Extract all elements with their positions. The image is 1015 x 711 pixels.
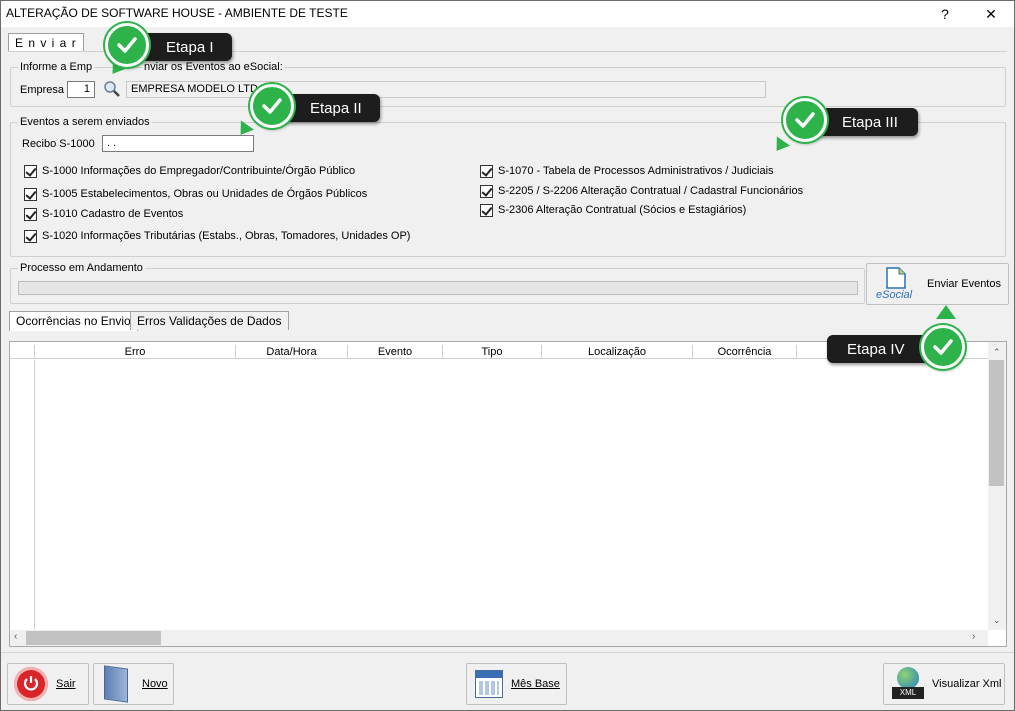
- calendar-icon: [475, 670, 503, 698]
- exit-button[interactable]: Sair: [7, 663, 89, 705]
- send-events-label: Enviar Eventos: [927, 278, 1001, 290]
- xml-badge: XML: [892, 687, 924, 699]
- col-ocorrencia[interactable]: Ocorrência: [693, 345, 797, 359]
- events-grid[interactable]: Erro Data/Hora Evento Tipo Localização O…: [9, 341, 1007, 647]
- check-s1010[interactable]: S-1010 Cadastro de Eventos: [24, 206, 183, 222]
- tab-enviar[interactable]: E n v i a r: [8, 33, 84, 51]
- tab-ocorrencias[interactable]: Ocorrências no Envio: [9, 311, 138, 331]
- close-button[interactable]: ✕: [980, 4, 1002, 24]
- grid-indicator-col: [10, 345, 35, 359]
- window-title: ALTERAÇÃO DE SOFTWARE HOUSE - AMBIENTE D…: [6, 6, 348, 20]
- company-label: Empresa: [20, 84, 65, 96]
- scroll-right-icon[interactable]: ›: [972, 631, 975, 642]
- company-group-title-right: nviar os Eventos ao eSocial:: [142, 61, 285, 73]
- events-group-title: Eventos a serem enviados: [18, 116, 152, 128]
- tab-erros-validacao[interactable]: Erros Validações de Dados: [130, 311, 289, 330]
- progress-title: Processo em Andamento: [18, 262, 145, 274]
- check-s2205[interactable]: S-2205 / S-2206 Alteração Contratual / C…: [480, 183, 803, 199]
- check-label: S-1000 Informações do Empregador/Contrib…: [42, 165, 356, 177]
- company-group-title-left: Informe a Emp: [18, 61, 95, 73]
- check-label: S-1070 - Tabela de Processos Administrat…: [498, 165, 774, 177]
- month-base-button[interactable]: Mês Base: [466, 663, 567, 705]
- company-code-input[interactable]: 1: [67, 81, 95, 98]
- view-xml-label: Visualizar Xml: [932, 678, 1002, 690]
- scroll-left-icon[interactable]: ‹: [14, 631, 17, 642]
- month-base-label: Mês Base: [511, 678, 560, 690]
- grid-indicator-line: [34, 360, 35, 630]
- recibo-input[interactable]: . .: [102, 135, 254, 152]
- checkbox-icon: [24, 187, 37, 201]
- check-label: S-1010 Cadastro de Eventos: [42, 208, 184, 220]
- horizontal-scroll-thumb[interactable]: [26, 631, 161, 645]
- help-button[interactable]: ?: [934, 4, 956, 24]
- power-icon: [14, 667, 48, 701]
- col-localizacao[interactable]: Localização: [542, 345, 693, 359]
- exit-label: Sair: [56, 678, 76, 690]
- esocial-logo-text: eSocial: [876, 289, 913, 301]
- col-erro[interactable]: Erro: [35, 345, 236, 359]
- search-icon[interactable]: [103, 80, 121, 98]
- recibo-label: Recibo S-1000: [22, 138, 95, 150]
- progress-bar: [18, 281, 858, 295]
- xml-globe-icon: XML: [892, 667, 924, 701]
- check-badge-icon-4: [921, 325, 965, 369]
- send-events-button[interactable]: eSocial Enviar Eventos: [866, 263, 1009, 305]
- check-badge-icon-2: [250, 84, 294, 128]
- scroll-up-icon[interactable]: ⌃: [993, 347, 1001, 358]
- checkbox-icon: [480, 203, 493, 217]
- checkbox-icon: [480, 184, 493, 198]
- check-s1000[interactable]: S-1000 Informações do Empregador/Contrib…: [24, 163, 355, 179]
- vertical-scrollbar[interactable]: ⌃ ⌄: [988, 342, 1006, 630]
- horizontal-scrollbar[interactable]: ‹ ›: [10, 630, 988, 646]
- check-label: S-1005 Estabelecimentos, Obras ou Unidad…: [42, 188, 368, 200]
- checkbox-icon: [480, 164, 493, 178]
- check-s1070[interactable]: S-1070 - Tabela de Processos Administrat…: [480, 163, 774, 179]
- esocial-logo-icon: eSocial: [873, 264, 913, 304]
- check-s2306[interactable]: S-2306 Alteração Contratual (Sócios e Es…: [480, 202, 746, 218]
- check-label: S-2306 Alteração Contratual (Sócios e Es…: [498, 204, 747, 216]
- check-s1020[interactable]: S-1020 Informações Tributárias (Estabs.,…: [24, 228, 410, 244]
- check-badge-icon-1: [105, 23, 149, 67]
- checkbox-icon: [24, 164, 37, 178]
- check-label: S-1020 Informações Tributárias (Estabs.,…: [42, 230, 411, 242]
- checkbox-icon: [24, 229, 37, 243]
- check-label: S-2205 / S-2206 Alteração Contratual / C…: [498, 185, 804, 197]
- col-data-hora[interactable]: Data/Hora: [236, 345, 348, 359]
- new-label: Novo: [142, 678, 168, 690]
- check-badge-icon-3: [783, 98, 827, 142]
- vertical-scroll-thumb[interactable]: [989, 360, 1004, 486]
- col-tipo[interactable]: Tipo: [443, 345, 542, 359]
- new-button[interactable]: Novo: [93, 663, 174, 705]
- callout-pointer-4: [936, 305, 956, 319]
- company-name-field: EMPRESA MODELO LTDA: [126, 81, 766, 98]
- checkbox-icon: [24, 207, 37, 221]
- door-icon: [104, 665, 128, 703]
- col-evento[interactable]: Evento: [348, 345, 443, 359]
- bottom-divider: [1, 652, 1014, 653]
- scroll-down-icon[interactable]: ⌄: [993, 615, 1001, 626]
- view-xml-button[interactable]: XML Visualizar Xml: [883, 663, 1005, 705]
- check-s1005[interactable]: S-1005 Estabelecimentos, Obras ou Unidad…: [24, 186, 367, 202]
